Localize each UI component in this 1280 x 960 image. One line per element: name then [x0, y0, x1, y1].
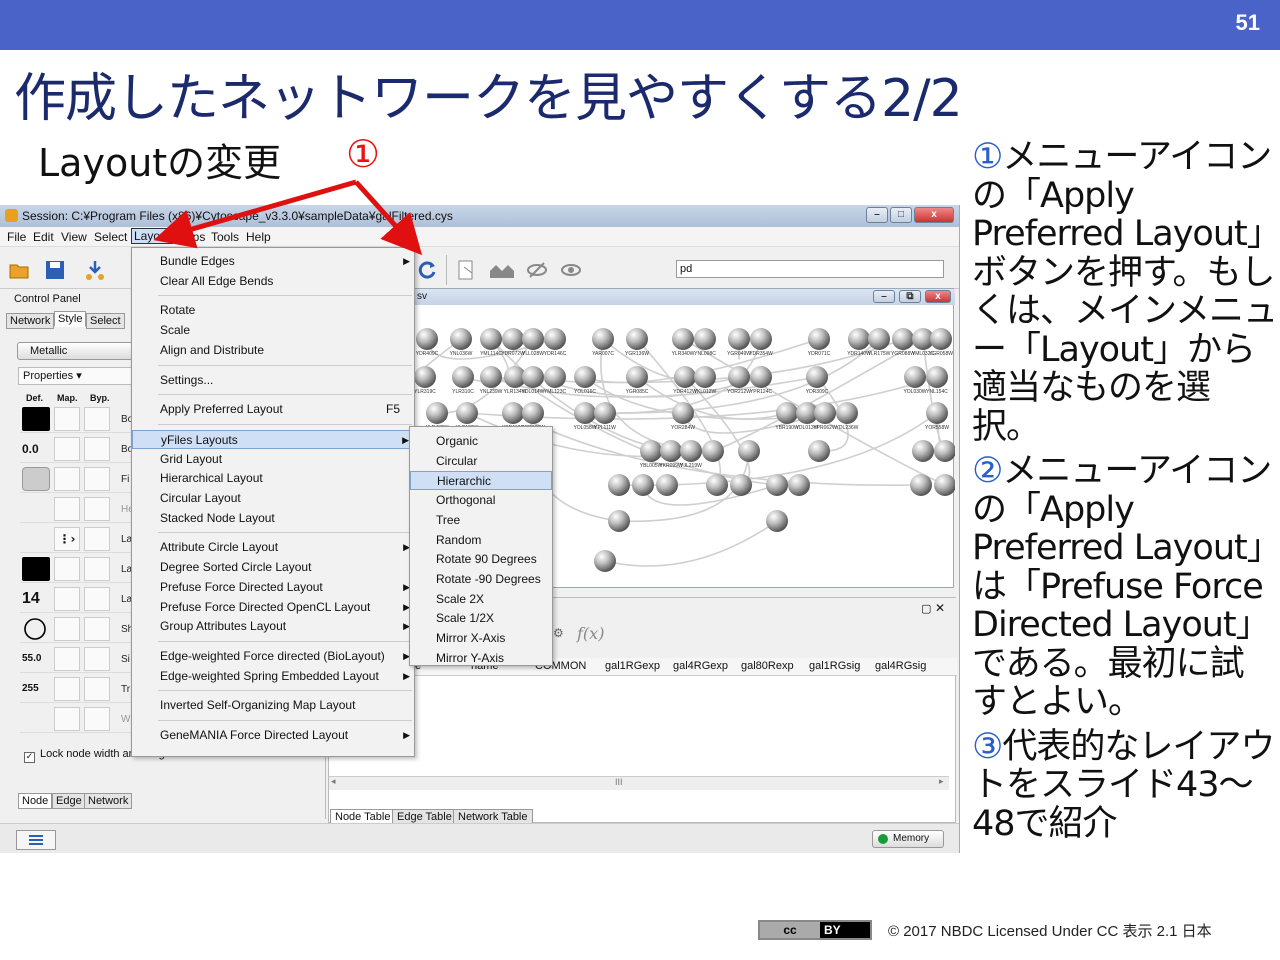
slide: 51 作成したネットワークを見やすくする2/2 Layoutの変更 ① ①メニュ…: [0, 0, 1280, 960]
arrow-to-layout-menu: [153, 179, 357, 249]
footer: cc BY © 2017 NBDC Licensed Under CC 表示 2…: [758, 918, 1258, 942]
annotation-arrows: [153, 179, 423, 256]
copyright-text: © 2017 NBDC Licensed Under CC 表示 2.1 日本: [888, 923, 1212, 940]
arrow-to-layout-button: [354, 180, 423, 256]
cc-license-badge: cc BY: [758, 920, 872, 940]
cc-badge-right: BY: [824, 923, 841, 937]
cc-badge-left: cc: [760, 922, 820, 938]
